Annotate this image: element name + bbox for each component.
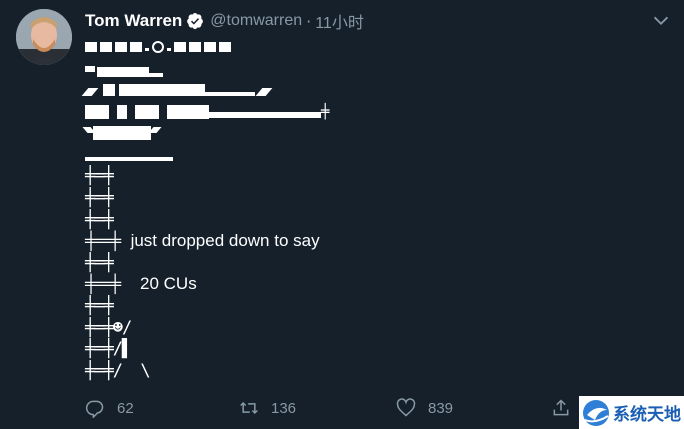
ascii-line-13: ╪═╪ xyxy=(85,295,114,316)
reply-count: 62 xyxy=(117,399,134,417)
ascii-line-6 xyxy=(85,144,328,166)
ascii-line-7: ╪═╪ xyxy=(85,166,114,187)
ascii-line-1 xyxy=(85,36,328,58)
watermark: 系统天地 xyxy=(579,396,684,429)
chevron-down-icon[interactable] xyxy=(650,10,672,32)
retweet-button[interactable]: 136 xyxy=(239,398,296,418)
ascii-line-5 xyxy=(82,122,328,144)
ascii-line-8: ╪═╪ xyxy=(85,187,114,208)
verified-badge-icon xyxy=(186,12,204,30)
avatar[interactable] xyxy=(16,9,72,65)
like-count: 839 xyxy=(428,399,454,417)
author-name[interactable]: Tom Warren xyxy=(85,11,182,31)
ascii-line-4: ╪ xyxy=(85,101,330,123)
ascii-line-11: ╪═╪ xyxy=(85,252,114,273)
tweet-actions: 62 136 839 xyxy=(85,396,605,420)
watermark-text: 系统天地 xyxy=(613,405,681,425)
heart-icon xyxy=(396,398,416,417)
watermark-logo-icon xyxy=(583,399,609,426)
ascii-line-16: ╪═╪/ \ xyxy=(85,360,151,381)
separator-dot: · xyxy=(306,11,312,31)
ascii-line-2 xyxy=(85,58,328,80)
tweet-body: ╪ ╪═╪ ╪═╪ ╪═╪ ╪═╪ just dropped down to s… xyxy=(81,36,330,382)
ascii-line-9: ╪═╪ xyxy=(85,209,114,230)
like-button[interactable]: 839 xyxy=(396,398,453,418)
author-handle[interactable]: @tomwarren xyxy=(210,12,302,30)
ascii-line-10: ╪═╪ just dropped down to say xyxy=(85,231,320,251)
tweet-time[interactable]: 11小时 xyxy=(315,9,364,33)
ascii-line-15: ╪═╪/▌ xyxy=(85,339,132,360)
ascii-line-14: ╪═╪☻/ xyxy=(85,317,132,338)
reply-button[interactable]: 62 xyxy=(85,398,134,418)
ascii-line-12: ╪═╪ 20 CUs xyxy=(85,274,197,294)
retweet-count: 136 xyxy=(271,399,297,417)
ascii-line-3 xyxy=(81,79,328,101)
share-icon xyxy=(553,399,569,416)
retweet-icon xyxy=(240,401,258,415)
reply-icon xyxy=(85,400,104,418)
tweet-header: Tom Warren @tomwarren · 11小时 xyxy=(85,8,364,34)
